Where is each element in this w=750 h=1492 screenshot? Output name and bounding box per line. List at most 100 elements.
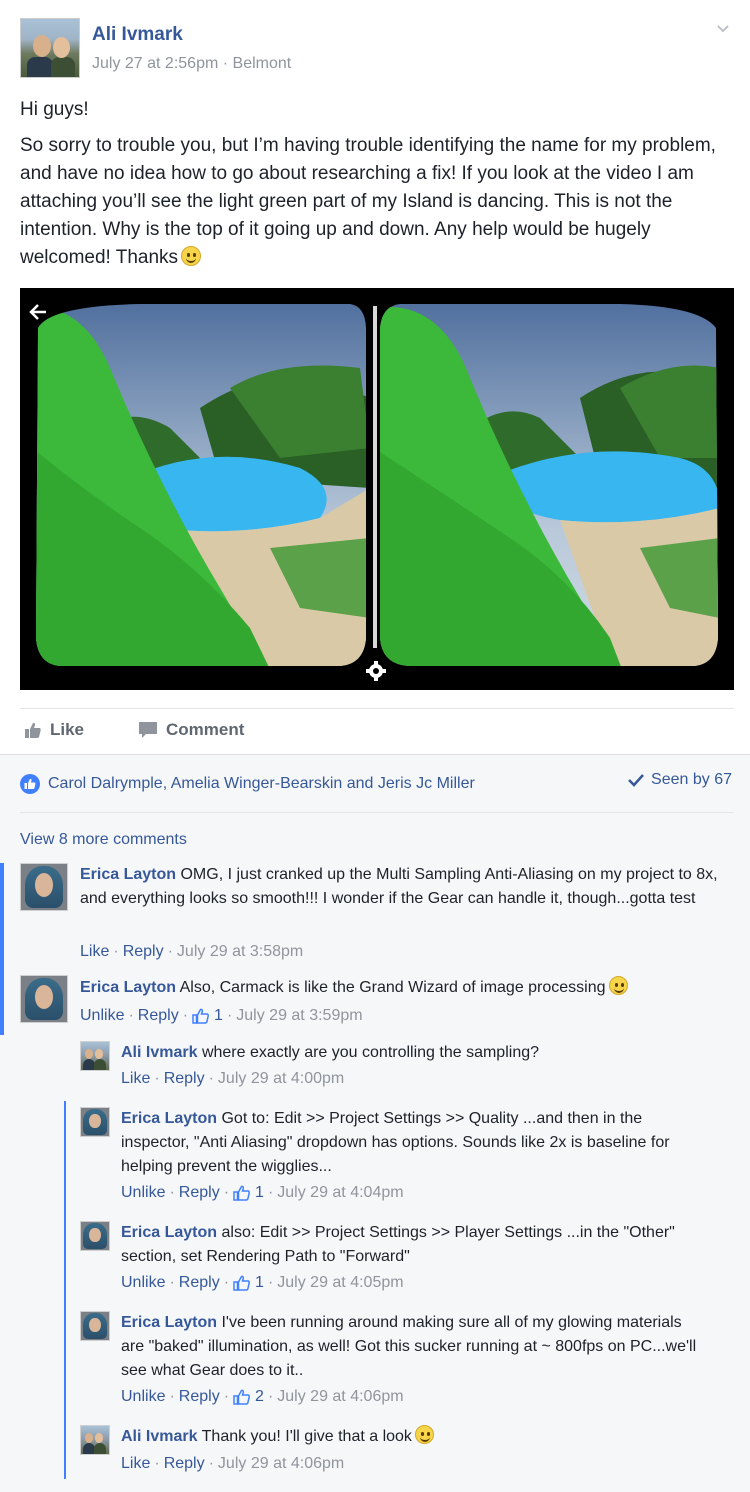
avatar[interactable] xyxy=(80,1311,110,1341)
post-actions-bar: Like Comment xyxy=(20,716,734,748)
reply-actions: Like · Reply · July 29 at 4:06pm xyxy=(121,1455,345,1473)
comment-author[interactable]: Erica Layton xyxy=(80,979,176,996)
comment-time[interactable]: July 29 at 3:58pm xyxy=(177,943,303,961)
reply: Ali Ivmark where exactly are you control… xyxy=(80,1041,734,1101)
like-button[interactable]: Like xyxy=(24,720,84,740)
reply-like-link[interactable]: Like xyxy=(121,1455,150,1473)
comments-section: Carol Dalrymple, Amelia Winger-Bearskin … xyxy=(0,754,750,1492)
checkmark-icon xyxy=(628,774,644,787)
post-timestamp[interactable]: July 27 at 2:56pm xyxy=(92,55,218,72)
seen-by[interactable]: Seen by 67 xyxy=(627,771,732,789)
comment-like-link[interactable]: Like xyxy=(80,943,109,961)
post-meta-separator: · xyxy=(218,55,233,72)
reply-author[interactable]: Erica Layton xyxy=(121,1224,217,1241)
post-location[interactable]: Belmont xyxy=(233,55,292,72)
avatar[interactable] xyxy=(80,1425,110,1455)
avatar[interactable] xyxy=(80,1041,110,1071)
reply-text-block: Erica Layton also: Edit >> Project Setti… xyxy=(121,1221,701,1269)
reply-text: Thank you! I'll give that a look xyxy=(201,1428,412,1445)
reply: Erica Layton Got to: Edit >> Project Set… xyxy=(80,1107,734,1211)
comment-unlike-link[interactable]: Unlike xyxy=(80,1007,124,1025)
gear-icon[interactable] xyxy=(366,661,386,681)
reply-unlike-link[interactable]: Unlike xyxy=(121,1274,165,1292)
comment-actions: Unlike · Reply · 1 · July 29 at 3:59pm xyxy=(80,1007,363,1025)
reply-time[interactable]: July 29 at 4:06pm xyxy=(277,1388,403,1406)
reply: Erica Layton also: Edit >> Project Setti… xyxy=(80,1221,734,1301)
reply-time[interactable]: July 29 at 4:04pm xyxy=(277,1184,403,1202)
reply-like-count[interactable]: 1 xyxy=(255,1274,264,1292)
comment: Erica Layton OMG, I just cranked up the … xyxy=(20,863,734,973)
left-eye-view xyxy=(36,304,366,666)
reply-text-block: Erica Layton Got to: Edit >> Project Set… xyxy=(121,1107,701,1179)
reply-author[interactable]: Ali Ivmark xyxy=(121,1044,197,1061)
comment-text-block: Erica Layton OMG, I just cranked up the … xyxy=(80,863,720,911)
post-greeting: Hi guys! xyxy=(20,99,89,120)
smiley-emoji-icon xyxy=(608,976,628,995)
reply-actions: Like · Reply · July 29 at 4:00pm xyxy=(121,1070,345,1088)
reply-text-block: Ali Ivmark Thank you! I'll give that a l… xyxy=(121,1425,731,1449)
back-arrow-icon[interactable] xyxy=(29,304,46,320)
reply-like-count[interactable]: 2 xyxy=(255,1388,264,1406)
thumbs-up-icon xyxy=(25,722,41,738)
reply-time[interactable]: July 29 at 4:00pm xyxy=(218,1070,344,1088)
comment-text-block: Erica Layton Also, Carmack is like the G… xyxy=(80,976,730,1000)
comment-text: OMG, I just cranked up the Multi Samplin… xyxy=(80,866,718,907)
avatar[interactable] xyxy=(80,1107,110,1137)
thumbs-up-outline-icon xyxy=(192,1008,209,1024)
comment-reply-link[interactable]: Reply xyxy=(138,1007,179,1025)
reply-thread-bar xyxy=(64,1101,66,1479)
comment-reply-link[interactable]: Reply xyxy=(123,943,164,961)
avatar[interactable] xyxy=(20,863,68,911)
reply-actions: Unlike · Reply · 1 · July 29 at 4:05pm xyxy=(121,1274,404,1292)
reply-actions: Unlike · Reply · 2 · July 29 at 4:06pm xyxy=(121,1388,404,1406)
reactions-summary: Carol Dalrymple, Amelia Winger-Bearskin … xyxy=(20,771,734,797)
reply-text: where exactly are you controlling the sa… xyxy=(201,1044,540,1061)
thumbs-up-outline-icon xyxy=(233,1185,250,1201)
reply-like-count[interactable]: 1 xyxy=(255,1184,264,1202)
comment-actions: Like · Reply · July 29 at 3:58pm xyxy=(80,943,304,961)
reply-reply-link[interactable]: Reply xyxy=(179,1388,220,1406)
reply-unlike-link[interactable]: Unlike xyxy=(121,1388,165,1406)
video-player[interactable] xyxy=(20,288,734,690)
reply-actions: Unlike · Reply · 1 · July 29 at 4:04pm xyxy=(121,1184,404,1202)
reply-reply-link[interactable]: Reply xyxy=(179,1184,220,1202)
view-more-comments-link[interactable]: View 8 more comments xyxy=(20,831,187,849)
comment-author[interactable]: Erica Layton xyxy=(80,866,176,883)
comment: Erica Layton Also, Carmack is like the G… xyxy=(20,975,734,1037)
reply-author[interactable]: Erica Layton xyxy=(121,1110,217,1127)
reply-author[interactable]: Ali Ivmark xyxy=(121,1428,197,1445)
vr-video-frame xyxy=(29,304,718,681)
reactions-divider xyxy=(20,812,734,813)
post-header: Ali Ivmark July 27 at 2:56pm · Belmont xyxy=(20,18,730,80)
comment-icon xyxy=(139,722,157,738)
like-label: Like xyxy=(50,720,85,739)
comment-text: Also, Carmack is like the Grand Wizard o… xyxy=(179,979,606,996)
thumbs-up-outline-icon xyxy=(233,1389,250,1405)
like-reaction-icon xyxy=(20,774,40,794)
reply-reply-link[interactable]: Reply xyxy=(179,1274,220,1292)
post-meta: July 27 at 2:56pm · Belmont xyxy=(92,55,291,73)
comment-button[interactable]: Comment xyxy=(138,720,244,740)
post-author-name[interactable]: Ali Ivmark xyxy=(92,24,183,46)
reactors-list[interactable]: Carol Dalrymple, Amelia Winger-Bearskin … xyxy=(48,775,475,793)
smiley-emoji-icon xyxy=(181,246,202,266)
reply-author[interactable]: Erica Layton xyxy=(121,1314,217,1331)
reply-time[interactable]: July 29 at 4:06pm xyxy=(218,1455,344,1473)
reply-text-block: Ali Ivmark where exactly are you control… xyxy=(121,1041,731,1065)
right-eye-view xyxy=(380,304,718,666)
comment-time[interactable]: July 29 at 3:59pm xyxy=(236,1007,362,1025)
reply-reply-link[interactable]: Reply xyxy=(164,1070,205,1088)
reply-unlike-link[interactable]: Unlike xyxy=(121,1184,165,1202)
reply-like-link[interactable]: Like xyxy=(121,1070,150,1088)
reply: Erica Layton I've been running around ma… xyxy=(80,1311,734,1415)
comment-like-count[interactable]: 1 xyxy=(214,1007,223,1025)
thread-highlight-bar xyxy=(0,863,4,1035)
author-avatar[interactable] xyxy=(20,18,80,78)
reply-text-block: Erica Layton I've been running around ma… xyxy=(121,1311,705,1383)
post-text: So sorry to trouble you, but I’m having … xyxy=(20,135,716,268)
reply-reply-link[interactable]: Reply xyxy=(164,1455,205,1473)
chevron-down-icon[interactable] xyxy=(716,22,730,36)
avatar[interactable] xyxy=(20,975,68,1023)
reply-time[interactable]: July 29 at 4:05pm xyxy=(277,1274,403,1292)
avatar[interactable] xyxy=(80,1221,110,1251)
